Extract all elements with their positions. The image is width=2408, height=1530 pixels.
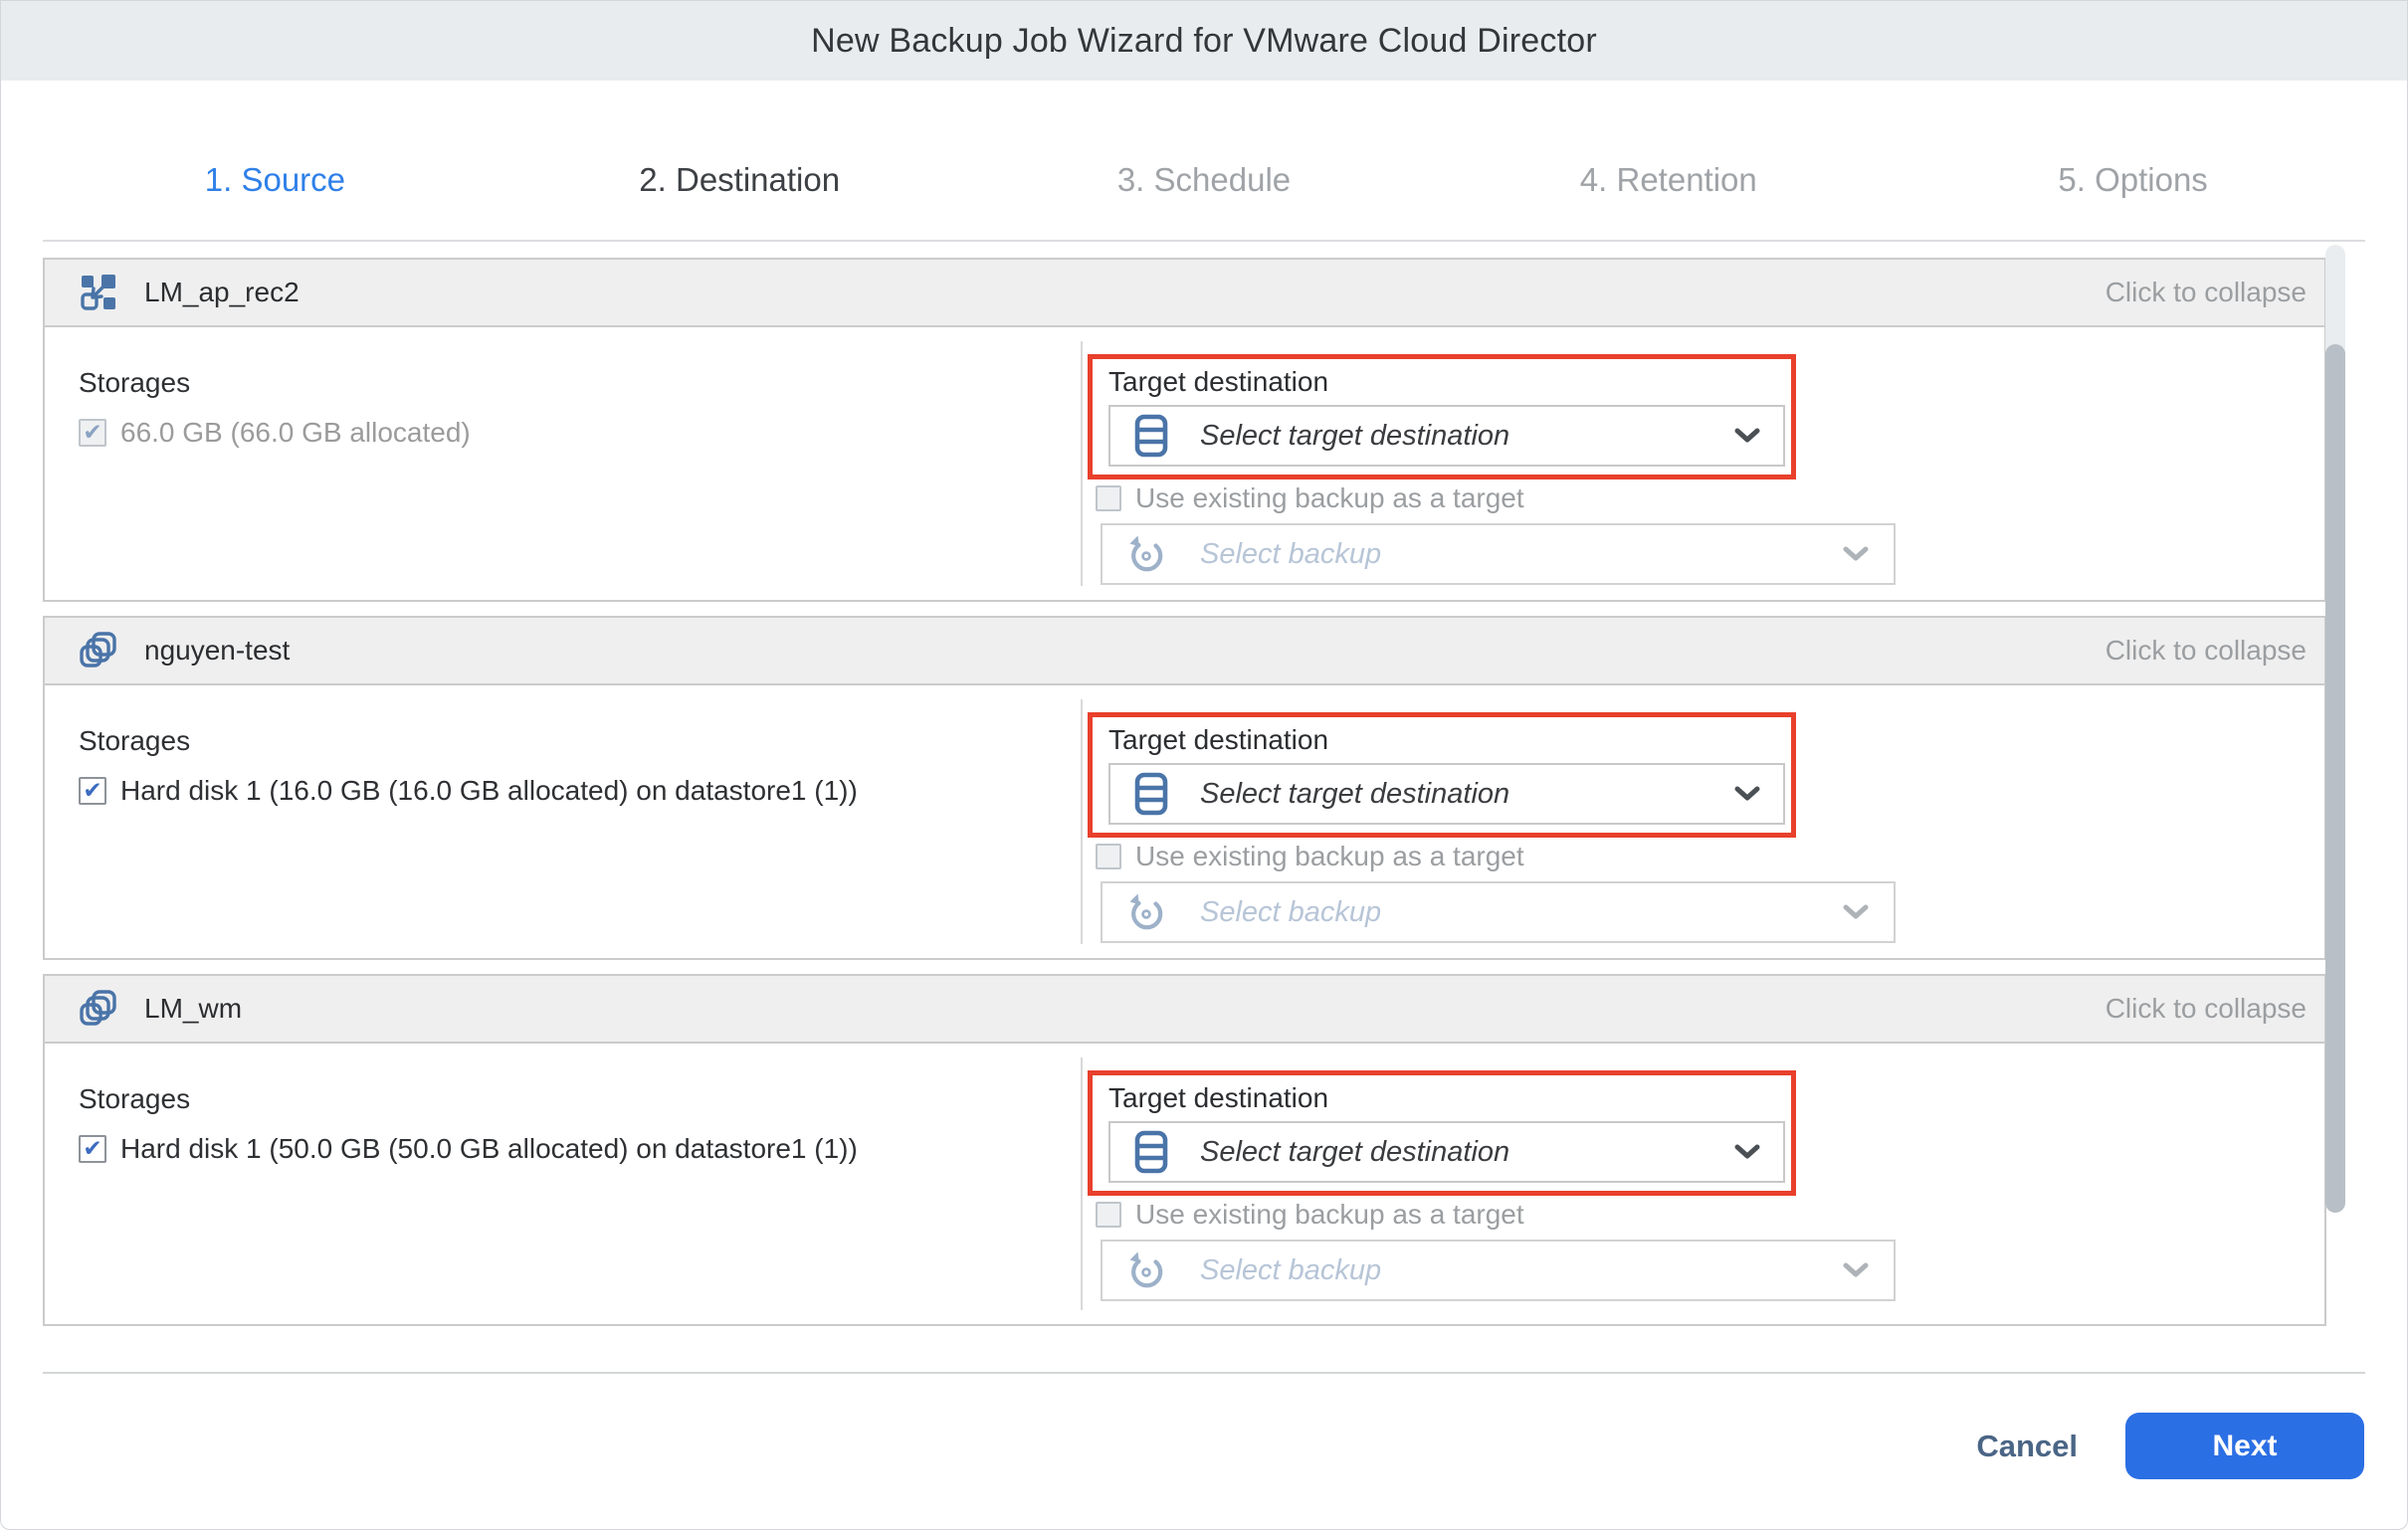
use-existing-row: Use existing backup as a target [1096, 1199, 1524, 1231]
collapse-hint[interactable]: Click to collapse [2106, 635, 2307, 667]
section-title: LM_ap_rec2 [144, 277, 300, 308]
target-destination-placeholder: Select target destination [1200, 778, 1509, 811]
section-title: LM_wm [144, 993, 242, 1025]
chevron-down-icon [1733, 1143, 1761, 1161]
use-existing-checkbox [1096, 485, 1121, 511]
vm-icon [79, 631, 118, 670]
use-existing-label: Use existing backup as a target [1135, 841, 1524, 872]
section-header[interactable]: LM_wm Click to collapse [45, 976, 2324, 1044]
storage-target-icon [1134, 414, 1168, 458]
storage-checkbox: ✔ [79, 419, 106, 447]
use-existing-label: Use existing backup as a target [1135, 1199, 1524, 1231]
dialog-titlebar: New Backup Job Wizard for VMware Cloud D… [1, 1, 2407, 81]
storage-checkbox[interactable]: ✔ [79, 777, 106, 805]
column-divider [1081, 1057, 1083, 1310]
chevron-down-icon [1842, 545, 1870, 563]
vm-icon [79, 989, 118, 1029]
storage-label: Hard disk 1 (16.0 GB (16.0 GB allocated)… [120, 775, 858, 807]
target-destination-label: Target destination [1108, 366, 1791, 398]
storage-target-icon [1134, 1130, 1168, 1174]
section-header[interactable]: nguyen-test Click to collapse [45, 618, 2324, 685]
storage-row: ✔ Hard disk 1 (50.0 GB (50.0 GB allocate… [79, 1133, 858, 1165]
target-destination-placeholder: Select target destination [1200, 1136, 1509, 1169]
select-backup-dropdown: Select backup [1101, 523, 1896, 585]
storages-label: Storages [79, 725, 858, 757]
backup-restore-icon [1124, 890, 1168, 934]
target-destination-label: Target destination [1108, 724, 1791, 756]
collapse-hint[interactable]: Click to collapse [2106, 993, 2307, 1025]
tab-options[interactable]: 5. Options [1901, 100, 2365, 260]
tab-destination[interactable]: 2. Destination [507, 100, 972, 260]
select-backup-dropdown: Select backup [1101, 1240, 1896, 1301]
target-destination-highlight: Target destination Select target destina… [1088, 1070, 1796, 1196]
chevron-down-icon [1842, 1261, 1870, 1279]
chevron-down-icon [1733, 785, 1761, 803]
select-backup-placeholder: Select backup [1200, 896, 1381, 929]
chevron-down-icon [1733, 427, 1761, 445]
use-existing-row: Use existing backup as a target [1096, 841, 1524, 872]
target-destination-dropdown[interactable]: Select target destination [1108, 405, 1785, 467]
section-header[interactable]: LM_ap_rec2 Click to collapse [45, 260, 2324, 327]
select-backup-dropdown: Select backup [1101, 881, 1896, 943]
target-destination-highlight: Target destination Select target destina… [1088, 712, 1796, 838]
chevron-down-icon [1842, 903, 1870, 921]
use-existing-checkbox [1096, 844, 1121, 869]
section-card: nguyen-test Click to collapse Storages ✔… [43, 616, 2326, 960]
storage-label: 66.0 GB (66.0 GB allocated) [120, 417, 471, 449]
section-card: LM_ap_rec2 Click to collapse Storages ✔ … [43, 258, 2326, 602]
next-button[interactable]: Next [2125, 1413, 2364, 1479]
use-existing-checkbox [1096, 1202, 1121, 1228]
vapp-icon [79, 273, 118, 312]
content-top-divider [43, 240, 2365, 242]
cancel-button[interactable]: Cancel [1976, 1429, 2078, 1464]
target-destination-highlight: Target destination Select target destina… [1088, 354, 1796, 479]
wizard-dialog: New Backup Job Wizard for VMware Cloud D… [0, 0, 2408, 1530]
tab-retention[interactable]: 4. Retention [1436, 100, 1901, 260]
tab-source[interactable]: 1. Source [43, 100, 507, 260]
target-destination-label: Target destination [1108, 1082, 1791, 1114]
target-destination-placeholder: Select target destination [1200, 420, 1509, 453]
storage-row: ✔ 66.0 GB (66.0 GB allocated) [79, 417, 471, 449]
storage-checkbox[interactable]: ✔ [79, 1135, 106, 1163]
storage-target-icon [1134, 772, 1168, 816]
storage-row: ✔ Hard disk 1 (16.0 GB (16.0 GB allocate… [79, 775, 858, 807]
vertical-scrollbar-track[interactable] [2325, 245, 2345, 1213]
use-existing-label: Use existing backup as a target [1135, 482, 1524, 514]
backup-restore-icon [1124, 1248, 1168, 1292]
footer-actions: Cancel Next [1976, 1413, 2364, 1479]
section-title: nguyen-test [144, 635, 290, 667]
select-backup-placeholder: Select backup [1200, 538, 1381, 571]
storages-label: Storages [79, 1083, 858, 1115]
target-destination-dropdown[interactable]: Select target destination [1108, 1121, 1785, 1183]
dialog-title: New Backup Job Wizard for VMware Cloud D… [811, 22, 1597, 61]
vertical-scrollbar-thumb[interactable] [2325, 344, 2345, 1213]
use-existing-row: Use existing backup as a target [1096, 482, 1524, 514]
storages-label: Storages [79, 367, 471, 399]
target-destination-dropdown[interactable]: Select target destination [1108, 763, 1785, 825]
wizard-steps: 1. Source 2. Destination 3. Schedule 4. … [43, 100, 2365, 260]
select-backup-placeholder: Select backup [1200, 1254, 1381, 1287]
backup-restore-icon [1124, 532, 1168, 576]
storage-label: Hard disk 1 (50.0 GB (50.0 GB allocated)… [120, 1133, 858, 1165]
column-divider [1081, 699, 1083, 944]
column-divider [1081, 341, 1083, 586]
tab-schedule[interactable]: 3. Schedule [972, 100, 1437, 260]
collapse-hint[interactable]: Click to collapse [2106, 277, 2307, 308]
section-card: LM_wm Click to collapse Storages ✔ Hard … [43, 974, 2326, 1326]
footer-divider [43, 1372, 2365, 1374]
